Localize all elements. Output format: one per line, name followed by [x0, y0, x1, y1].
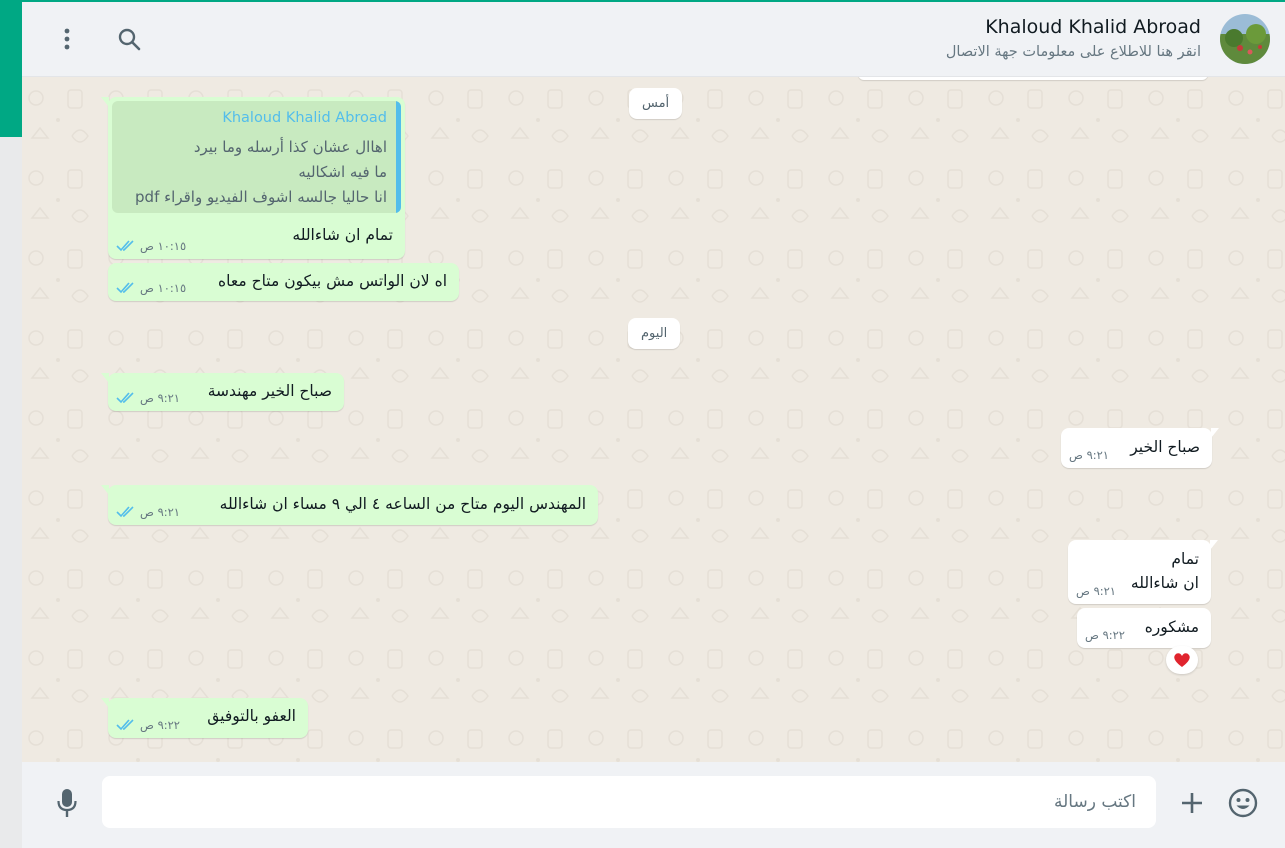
message-meta: ٩:٢٢ ص	[116, 718, 180, 732]
message-input[interactable]	[102, 776, 1156, 828]
message-meta: ٩:٢١ ص	[1069, 448, 1109, 462]
message-text: مشكوره	[1144, 618, 1199, 636]
message-time: ٩:٢١ ص	[1069, 448, 1109, 462]
message-time: ٩:٢١ ص	[140, 505, 180, 519]
message-meta: ٩:٢١ ص	[1076, 584, 1116, 598]
message-bubble-sent[interactable]: اه لان الواتس مش بيكون متاح معاه ١٠:١٥ ص	[108, 263, 459, 301]
message-text: المهندس اليوم متاح من الساعه ٤ الي ٩ مسا…	[219, 495, 586, 513]
chat-header: Khaloud Khalid Abroad انقر هنا للاطلاع ع…	[22, 2, 1285, 77]
message-list: أمس Khaloud Khalid Abroad اهاال عشان كذا…	[22, 68, 1285, 762]
message-text-line: تمام	[1171, 550, 1199, 568]
date-separator: اليوم	[628, 318, 681, 349]
avatar-photo	[1220, 14, 1270, 64]
message-text: صباح الخير	[1130, 438, 1200, 456]
message-bubble-sent[interactable]: العفو بالتوفيق ٩:٢٢ ص	[101, 698, 308, 738]
quoted-line: ما فيه اشكاليه	[298, 163, 387, 181]
message-text: العفو بالتوفيق	[207, 707, 296, 725]
double-check-icon	[116, 506, 134, 518]
conversation-panel: Khaloud Khalid Abroad انقر هنا للاطلاع ع…	[22, 2, 1285, 848]
message-meta: ٩:٢١ ص	[116, 391, 180, 405]
quoted-line: اهاال عشان كذا أرسله وما بيرد	[193, 138, 387, 156]
message-meta: ٩:٢١ ص	[116, 505, 180, 519]
message-time: ٩:٢٢ ص	[140, 718, 180, 732]
search-icon	[118, 28, 141, 51]
message-text: صباح الخير مهندسة	[207, 382, 332, 400]
menu-button[interactable]	[52, 24, 82, 54]
double-check-icon	[116, 282, 134, 294]
message-meta: ١٠:١٥ ص	[116, 239, 186, 253]
message-time: ٩:٢١ ص	[140, 391, 180, 405]
reaction-badge[interactable]	[1166, 646, 1198, 674]
quoted-line: انا حاليا جالسه اشوف الفيديو واقراء pdf	[135, 188, 387, 206]
contact-info-hint[interactable]: انقر هنا للاطلاع على معلومات جهة الاتصال	[946, 44, 1201, 60]
quote-accent-bar	[396, 101, 401, 213]
message-input-box[interactable]	[102, 776, 1156, 828]
message-bubble-sent[interactable]: المهندس اليوم متاح من الساعه ٤ الي ٩ مسا…	[101, 485, 598, 525]
contact-name[interactable]: Khaloud Khalid Abroad	[985, 16, 1201, 38]
voice-message-button[interactable]	[51, 787, 83, 819]
double-check-icon	[116, 392, 134, 404]
message-bubble-received[interactable]: تمام ان شاءالله ٩:٢١ ص	[1068, 540, 1218, 604]
avatar[interactable]	[1220, 14, 1270, 64]
message-text-line: ان شاءالله	[1130, 574, 1199, 592]
message-time: ٩:٢٢ ص	[1085, 628, 1125, 642]
message-bubble-sent[interactable]: Khaloud Khalid Abroad اهاال عشان كذا أرس…	[101, 97, 405, 259]
emoji-button[interactable]	[1227, 787, 1259, 819]
date-separator: أمس	[629, 88, 683, 119]
message-meta: ١٠:١٥ ص	[116, 281, 186, 295]
quoted-message[interactable]: Khaloud Khalid Abroad اهاال عشان كذا أرس…	[112, 101, 401, 213]
message-text: تمام ان شاءالله	[292, 226, 393, 244]
message-time: ١٠:١٥ ص	[140, 281, 187, 295]
double-check-icon	[116, 240, 134, 252]
microphone-icon	[57, 789, 77, 817]
menu-icon	[64, 28, 70, 50]
message-time: ١٠:١٥ ص	[140, 239, 187, 253]
message-bubble-received[interactable]: مشكوره ٩:٢٢ ص	[1077, 608, 1211, 648]
message-bubble-received[interactable]: صباح الخير ٩:٢١ ص	[1061, 428, 1219, 468]
quoted-author: Khaloud Khalid Abroad	[222, 110, 387, 126]
message-composer	[22, 762, 1285, 848]
message-bubble-sent[interactable]: صباح الخير مهندسة ٩:٢١ ص	[101, 373, 344, 411]
plus-icon	[1182, 793, 1202, 813]
message-text: اه لان الواتس مش بيكون متاح معاه	[218, 272, 447, 290]
message-time: ٩:٢١ ص	[1076, 584, 1116, 598]
message-meta: ٩:٢٢ ص	[1085, 628, 1125, 642]
side-panel-edge	[0, 137, 22, 848]
emoji-icon	[1228, 788, 1258, 818]
heart-icon	[1174, 653, 1190, 667]
attach-button[interactable]	[1176, 787, 1208, 819]
search-button[interactable]	[114, 24, 144, 54]
double-check-icon	[116, 719, 134, 731]
